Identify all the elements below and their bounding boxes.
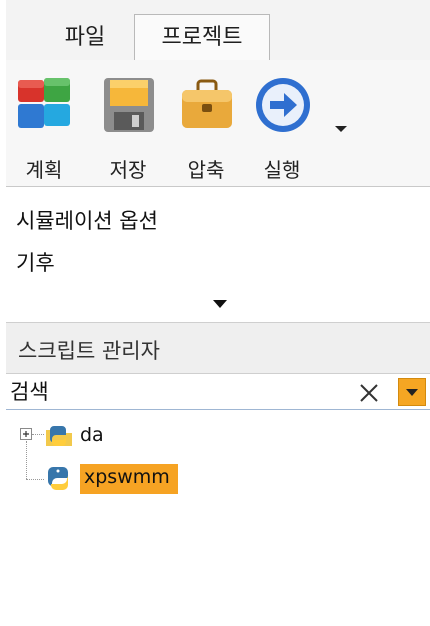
save-button[interactable]: 저장	[92, 74, 164, 182]
search-input[interactable]	[10, 378, 340, 406]
script-manager-header: 스크립트 관리자	[6, 322, 430, 374]
run-button[interactable]: 실행	[246, 74, 318, 182]
expand-toggle[interactable]	[20, 428, 32, 440]
compress-button[interactable]: 압축	[170, 74, 242, 182]
search-dropdown-button[interactable]	[398, 378, 426, 406]
app-window: 파일 프로젝트 계획 저장 압축 실행 시뮬레이션 옵션 기후 스크립트 관리자…	[0, 0, 430, 626]
plan-label: 계획	[25, 158, 63, 182]
plus-icon	[23, 431, 29, 437]
triangle-down-icon[interactable]	[210, 297, 230, 311]
ribbon-toolbar: 계획 저장 압축 실행	[6, 60, 430, 187]
tree-item-label: da	[80, 424, 104, 446]
script-tree: da xpswmm	[6, 410, 430, 624]
climate-item[interactable]: 기후	[16, 247, 55, 277]
tree-item-label: xpswmm	[80, 464, 178, 494]
simulation-options-item[interactable]: 시뮬레이션 옵션	[16, 205, 158, 235]
tree-connector	[32, 434, 44, 435]
options-panel: 시뮬레이션 옵션 기후	[6, 187, 430, 321]
tree-item-xpswmm[interactable]: xpswmm	[44, 464, 184, 496]
script-search-bar	[6, 376, 430, 410]
python-icon	[47, 467, 68, 490]
plan-button[interactable]: 계획	[8, 74, 80, 182]
compress-icon	[182, 79, 232, 128]
tab-bar: 파일 프로젝트	[6, 0, 430, 61]
tree-connector	[26, 441, 27, 479]
tab-file[interactable]: 파일	[30, 18, 140, 64]
run-label: 실행	[263, 158, 301, 182]
triangle-down-icon	[406, 389, 418, 396]
plan-icon	[18, 78, 70, 128]
close-icon[interactable]	[356, 380, 382, 406]
tab-project[interactable]: 프로젝트	[134, 14, 270, 61]
chevron-down-icon[interactable]	[332, 120, 350, 138]
save-icon	[104, 78, 154, 132]
python-folder-icon	[46, 426, 72, 446]
tree-connector	[26, 479, 44, 480]
tree-item-da[interactable]: da	[44, 420, 164, 452]
script-manager-title: 스크립트 관리자	[18, 339, 160, 363]
run-icon	[256, 78, 310, 132]
save-label: 저장	[109, 158, 147, 182]
compress-label: 압축	[187, 158, 225, 182]
